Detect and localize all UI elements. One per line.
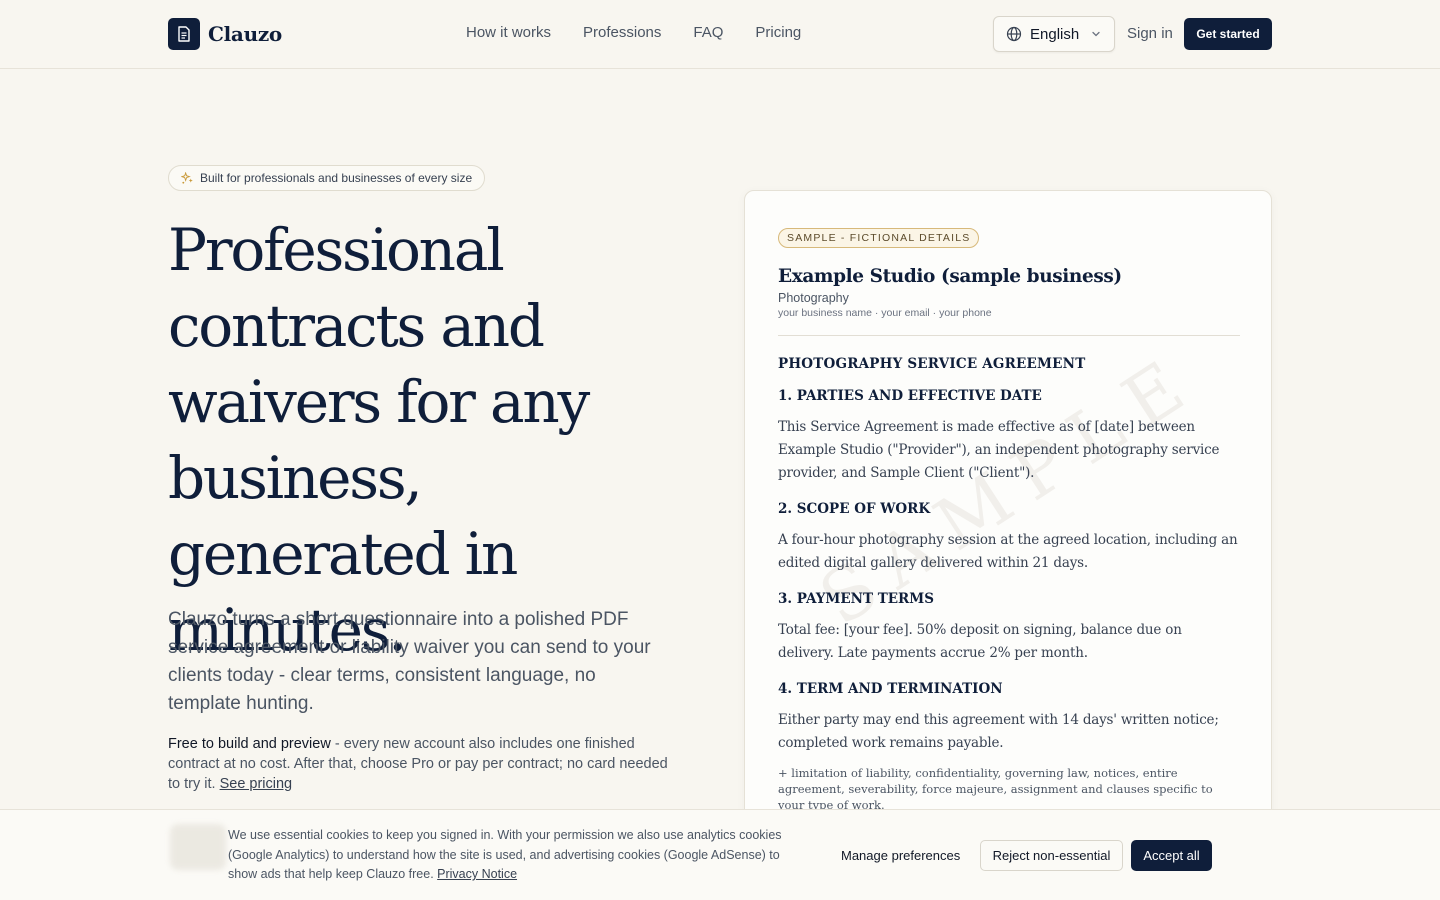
nav-professions[interactable]: Professions — [583, 24, 661, 41]
section-heading: 4. TERM AND TERMINATION — [778, 681, 1003, 697]
see-pricing-link[interactable]: See pricing — [220, 776, 293, 792]
sample-contract-card: SAMPLE SAMPLE - FICTIONAL DETAILS Exampl… — [744, 190, 1272, 830]
document-icon — [168, 18, 200, 50]
hero-title: Professional contracts and waivers for a… — [168, 216, 590, 664]
logo[interactable]: Clauzo — [168, 18, 282, 50]
cookie-banner: We use essential cookies to keep you sig… — [0, 809, 1440, 900]
logo-text: Clauzo — [208, 22, 282, 46]
globe-icon — [1006, 26, 1022, 42]
hero-pricing-note: Free to build and preview - every new ac… — [168, 734, 668, 794]
sample-tag: SAMPLE - FICTIONAL DETAILS — [778, 228, 980, 248]
privacy-notice-link[interactable]: Privacy Notice — [437, 867, 517, 881]
sample-business-name: Example Studio (sample business) — [778, 266, 1122, 287]
nav-faq[interactable]: FAQ — [693, 24, 723, 41]
manage-preferences-button[interactable]: Manage preferences — [829, 840, 972, 870]
section-heading: 2. SCOPE OF WORK — [778, 501, 931, 517]
site-header: Clauzo How it works Professions FAQ Pric… — [0, 0, 1440, 69]
agreement-title: PHOTOGRAPHY SERVICE AGREEMENT — [778, 356, 1086, 372]
get-started-button[interactable]: Get started — [1184, 18, 1272, 50]
section-body: Total fee: [your fee]. 50% deposit on si… — [778, 622, 1182, 661]
main-nav: How it works Professions FAQ Pricing — [466, 24, 801, 41]
additional-clauses: + limitation of liability, confidentiali… — [778, 766, 1213, 812]
sign-in-link[interactable]: Sign in — [1127, 25, 1173, 42]
language-label: English — [1030, 25, 1080, 43]
section-body: A four-hour photography session at the a… — [778, 532, 1238, 571]
accept-all-button[interactable]: Accept all — [1131, 840, 1212, 871]
section-heading: 3. PAYMENT TERMS — [778, 591, 934, 607]
section-body: Either party may end this agreement with… — [778, 712, 1219, 751]
hero-badge: Built for professionals and businesses o… — [168, 165, 486, 191]
hero-subtitle: Clauzo turns a short questionnaire into … — [168, 609, 651, 714]
cookie-blur-backdrop — [170, 824, 226, 870]
hero-note-strong: Free to build and preview — [168, 736, 331, 752]
nav-how-it-works[interactable]: How it works — [466, 24, 551, 41]
chevron-down-icon — [1092, 31, 1100, 37]
hero-badge-text: Built for professionals and businesses o… — [200, 171, 473, 185]
sample-contact: your business name · your email · your p… — [778, 307, 992, 319]
section-body: This Service Agreement is made effective… — [778, 419, 1220, 481]
card-divider — [778, 335, 1240, 336]
sample-business-type: Photography — [778, 291, 849, 305]
cookie-text: We use essential cookies to keep you sig… — [228, 826, 808, 885]
reject-non-essential-button[interactable]: Reject non-essential — [980, 840, 1123, 871]
sparkle-icon — [181, 171, 193, 184]
nav-pricing[interactable]: Pricing — [755, 24, 801, 41]
language-select[interactable]: English — [993, 16, 1115, 52]
section-heading: 1. PARTIES AND EFFECTIVE DATE — [778, 388, 1042, 404]
